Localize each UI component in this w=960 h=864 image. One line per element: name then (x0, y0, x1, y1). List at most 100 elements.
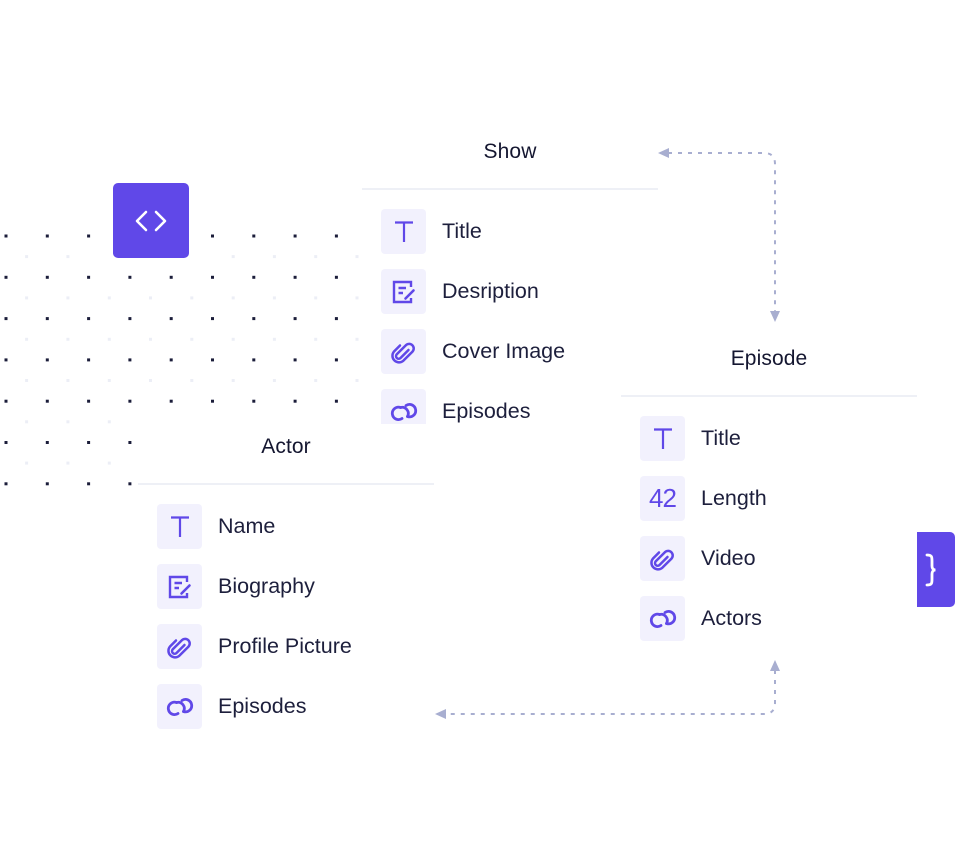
field-row[interactable]: Title (640, 416, 741, 461)
grid-dot (45, 358, 49, 362)
field-row[interactable]: Desription (381, 269, 539, 314)
grid-dot-faint (66, 461, 70, 465)
grid-dot (334, 399, 338, 403)
grid-dot (87, 441, 91, 444)
grid-dot (87, 275, 91, 279)
grid-dot (252, 399, 256, 403)
field-row[interactable]: Title (381, 209, 482, 254)
grid-dot-faint (355, 379, 359, 382)
grid-dot-faint (66, 337, 70, 341)
grid-dot-faint (107, 296, 111, 300)
grid-dot-faint (314, 255, 318, 259)
grid-dot (87, 358, 91, 362)
grid-dot-faint (149, 337, 152, 341)
number-icon: 42 (640, 476, 685, 521)
grid-dot (169, 275, 173, 279)
grid-dot-faint (190, 337, 194, 341)
grid-dot (4, 234, 8, 238)
model-title: Actor (261, 435, 311, 458)
model-card-show[interactable]: Show Title Desription Cover Image Episod… (362, 130, 658, 440)
grid-dot (4, 482, 8, 486)
grid-dot-faint (25, 461, 29, 465)
field-row[interactable]: Episodes (157, 684, 306, 729)
number-glyph: 42 (649, 483, 677, 513)
grid-dot-faint (66, 420, 70, 424)
model-title: Show (483, 140, 537, 163)
grid-dot (87, 482, 91, 486)
text-icon (157, 504, 202, 549)
grid-dot (4, 441, 8, 444)
card-divider (362, 188, 658, 190)
field-label: Desription (442, 279, 539, 303)
text-icon (640, 416, 685, 461)
attachment-icon (157, 624, 202, 669)
grid-dot-faint (66, 379, 70, 382)
field-label: Length (701, 486, 767, 510)
field-label: Cover Image (442, 339, 566, 363)
grid-dot-faint (149, 296, 152, 300)
grid-dot-faint (190, 379, 194, 382)
grid-dot (45, 482, 49, 486)
grid-dot (128, 399, 132, 403)
grid-dot (4, 275, 8, 279)
grid-dot-faint (25, 255, 29, 259)
grid-dot (87, 234, 91, 238)
grid-dot (128, 441, 132, 444)
grid-dot (334, 358, 338, 362)
grid-dot-faint (190, 296, 194, 300)
grid-dot (4, 399, 8, 403)
grid-dot-faint (25, 337, 29, 341)
field-label: Profile Picture (218, 634, 352, 658)
grid-dot-faint (107, 379, 111, 382)
grid-dot-faint (25, 379, 29, 382)
grid-dot (211, 358, 214, 362)
grid-dot (252, 234, 256, 238)
attachment-icon (381, 329, 426, 374)
grid-dot (4, 358, 8, 362)
field-row[interactable]: Biography (157, 564, 315, 609)
grid-dot (293, 399, 297, 403)
model-card-episode[interactable]: Episode Title 42 Length Video Actors (621, 336, 917, 646)
field-row[interactable]: Name (157, 504, 275, 549)
grid-dot (128, 317, 132, 321)
grid-dot (252, 275, 256, 279)
grid-dot (169, 399, 173, 403)
grid-dot (169, 317, 173, 321)
field-row[interactable]: Cover Image (381, 329, 565, 374)
grid-dot (211, 399, 214, 403)
grid-dot (293, 358, 297, 362)
field-row[interactable]: Actors (640, 596, 762, 641)
grid-dot-faint (355, 255, 359, 259)
field-label: Title (701, 426, 741, 450)
code-brackets-icon (135, 210, 167, 231)
grid-dot (45, 275, 49, 279)
grid-dot (128, 482, 132, 486)
grid-dot-faint (272, 379, 276, 382)
grid-dot (87, 317, 91, 321)
field-row[interactable]: 42 Length (640, 476, 767, 521)
grid-dot (252, 317, 256, 321)
grid-dot-faint (25, 420, 29, 424)
field-row[interactable]: Video (640, 536, 756, 581)
grid-dot (45, 441, 49, 444)
grid-dot (87, 399, 91, 403)
field-label: Video (701, 546, 756, 570)
model-card-actor[interactable]: Actor Name Biography Profile Picture Epi… (138, 424, 434, 734)
rich-text-icon (157, 564, 202, 609)
card-divider (621, 395, 917, 397)
grid-dot (211, 317, 214, 321)
grid-dot-faint (314, 379, 318, 382)
field-row[interactable]: Profile Picture (157, 624, 352, 669)
grid-dot (128, 275, 132, 279)
grid-dot-faint (355, 296, 359, 300)
text-icon (381, 209, 426, 254)
card-divider (138, 483, 434, 485)
grid-dot-faint (107, 420, 111, 424)
code-badge (113, 183, 189, 258)
grid-dot-faint (272, 337, 276, 341)
grid-dot-faint (149, 379, 152, 382)
grid-dot (293, 317, 297, 321)
field-label: Title (442, 219, 482, 243)
grid-dot-faint (231, 296, 235, 300)
field-label: Actors (701, 606, 762, 630)
